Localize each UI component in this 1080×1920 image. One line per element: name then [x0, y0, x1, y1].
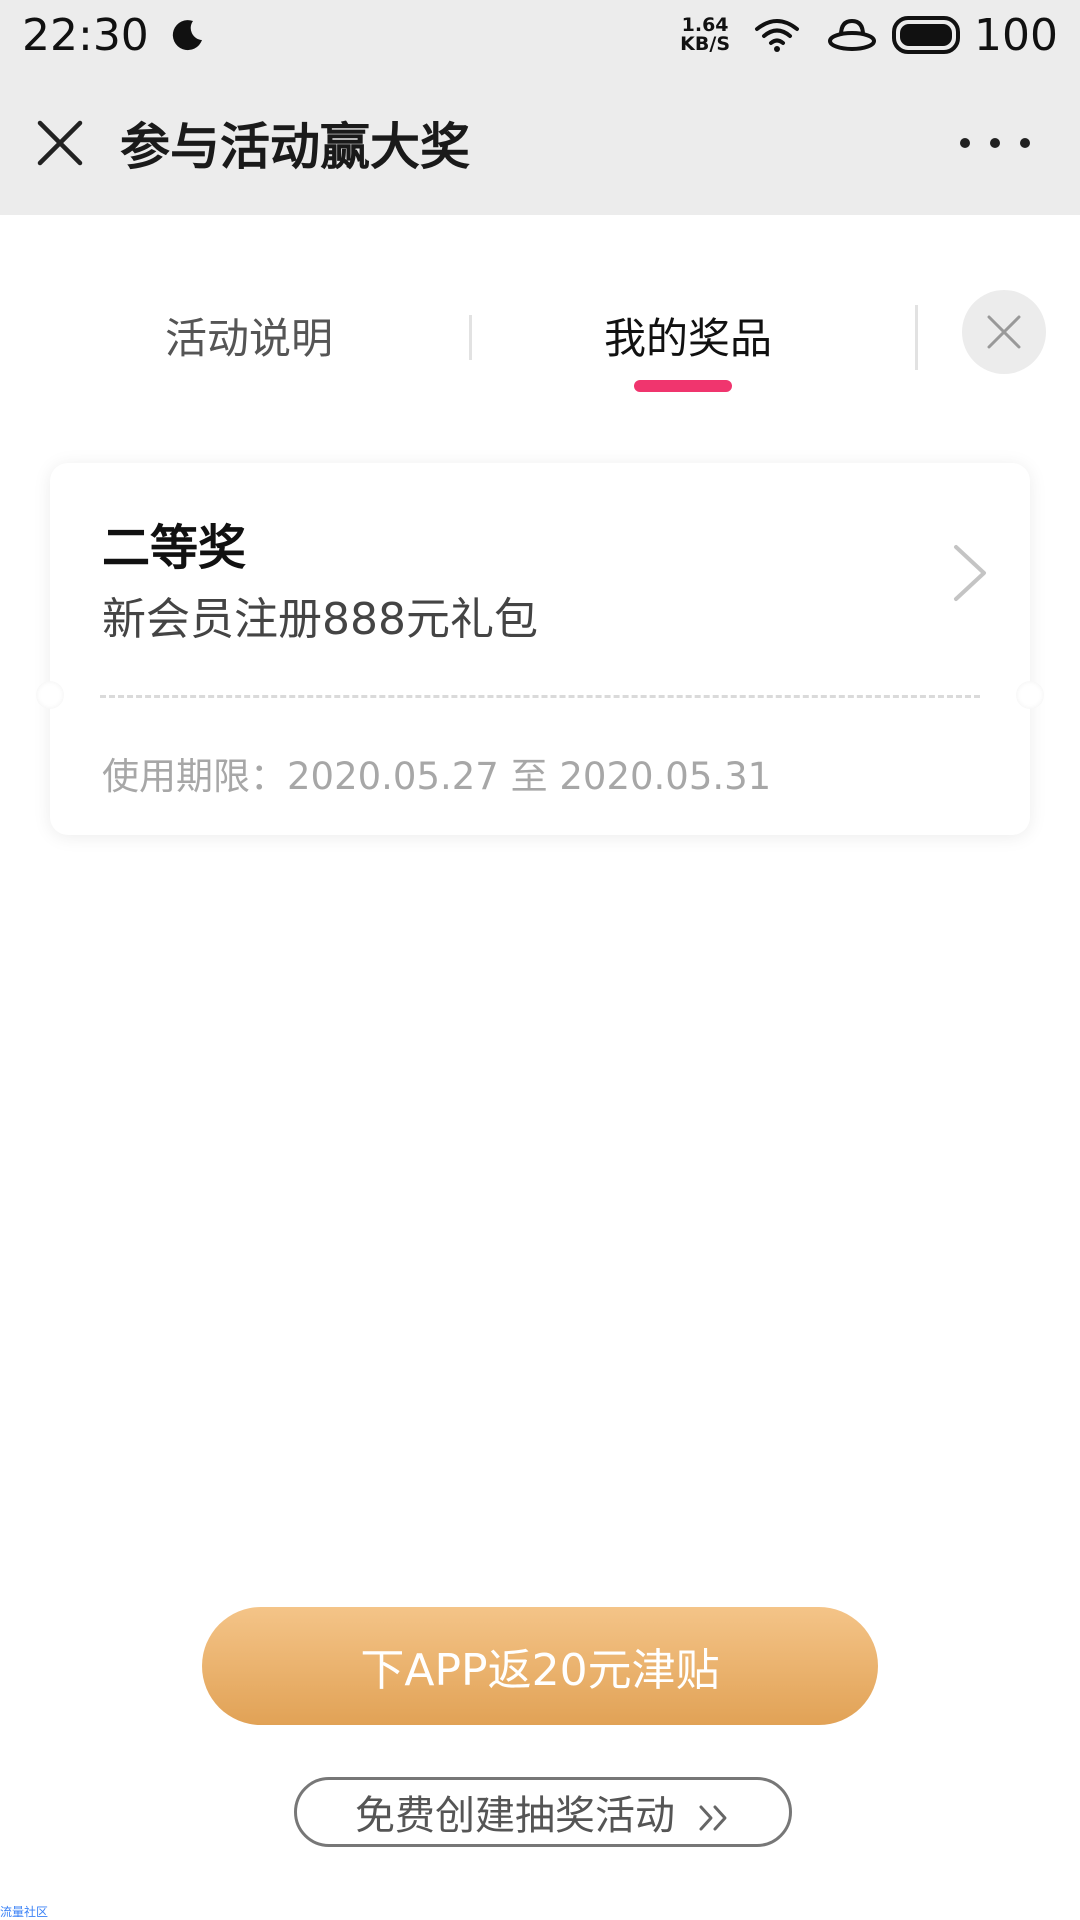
download-app-label: 下APP返20元津贴 — [360, 1645, 720, 1696]
tab-divider — [915, 305, 918, 370]
net-speed-unit: KB/S — [680, 33, 731, 55]
double-chevron-icon — [697, 1797, 731, 1831]
more-dot — [960, 137, 970, 148]
tab-my-prizes[interactable]: 我的奖品 — [604, 305, 772, 366]
prize-card[interactable]: 二等奖 新会员注册888元礼包 使用期限：2020.05.27 至 2020.0… — [36, 463, 1044, 835]
status-icons: 1.64 KB/S 100 — [680, 10, 1058, 61]
close-icon — [987, 315, 1021, 349]
close-icon[interactable] — [30, 113, 90, 173]
battery-level: 100 — [974, 9, 1058, 61]
prize-level: 二等奖 — [102, 520, 247, 576]
more-icon[interactable] — [960, 123, 1030, 163]
create-lottery-button[interactable]: 免费创建抽奖活动 — [294, 1777, 792, 1847]
status-bar: 22:30 1.64 KB/S 100 — [0, 0, 1080, 70]
card-divider — [100, 695, 980, 698]
prize-name: 新会员注册888元礼包 — [102, 594, 538, 645]
card-notch — [1016, 681, 1044, 709]
page-title: 参与活动赢大奖 — [120, 117, 470, 176]
tab-bar: 活动说明 我的奖品 — [0, 280, 1080, 400]
validity-period: 使用期限：2020.05.27 至 2020.05.31 — [102, 755, 772, 798]
nav-bar: 参与活动赢大奖 — [0, 70, 1080, 215]
active-tab-indicator — [634, 380, 732, 392]
download-app-button[interactable]: 下APP返20元津贴 — [202, 1607, 878, 1725]
chevron-right-icon[interactable] — [952, 543, 988, 603]
battery-icon — [892, 15, 966, 55]
wifi-icon — [754, 16, 800, 54]
moon-icon — [171, 18, 205, 52]
watermark: 流量社区 — [0, 1905, 49, 1919]
net-speed: 1.64 KB/S — [680, 16, 730, 54]
more-dot — [990, 137, 1000, 148]
ufo-icon — [826, 17, 878, 53]
panel-close-button[interactable] — [962, 290, 1046, 374]
create-lottery-label: 免费创建抽奖活动 — [355, 1793, 675, 1839]
tab-activity-description[interactable]: 活动说明 — [165, 305, 333, 366]
status-time: 22:30 — [22, 9, 149, 61]
more-dot — [1020, 137, 1030, 148]
card-notch — [36, 681, 64, 709]
tab-divider — [469, 315, 472, 360]
